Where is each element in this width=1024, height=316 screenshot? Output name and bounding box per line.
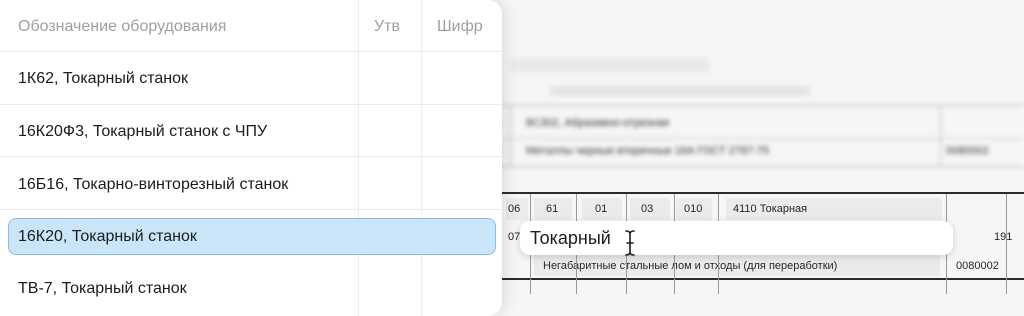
form-cell[interactable]: 07 bbox=[508, 231, 520, 243]
operation-cell[interactable]: 4110 Токарная bbox=[733, 203, 807, 215]
search-input-value: Токарный bbox=[530, 227, 611, 248]
header-code: Шифр bbox=[437, 18, 483, 35]
form-cell[interactable]: 010 bbox=[684, 203, 702, 215]
row-separator bbox=[0, 51, 502, 52]
equipment-search-input[interactable]: Токарный bbox=[520, 221, 953, 255]
equipment-name: ТВ-7, Токарный станок bbox=[18, 280, 187, 297]
material-code-cell[interactable]: 0080002 bbox=[956, 260, 999, 272]
form-cell[interactable]: 03 bbox=[641, 203, 653, 215]
header-equipment-name: Обозначение оборудования bbox=[18, 18, 227, 35]
table-row[interactable]: ТВ-7, Токарный станок bbox=[0, 263, 502, 315]
doc-row-code: 0080002 bbox=[946, 145, 989, 157]
equipment-name: 1К62, Токарный станок bbox=[18, 70, 188, 87]
doc-column-line bbox=[940, 106, 941, 166]
doc-line bbox=[480, 138, 1024, 139]
form-cell[interactable]: 61 bbox=[546, 203, 558, 215]
blurred-band bbox=[550, 86, 810, 96]
material-cell[interactable]: Негабаритные стальные лом и отходы (для … bbox=[543, 260, 837, 272]
doc-column-line bbox=[510, 106, 511, 166]
table-row[interactable]: 1К62, Токарный станок bbox=[0, 53, 502, 105]
doc-row: 08 8С302, Абразивно-отрезная bbox=[480, 113, 1024, 133]
header-utv: Утв bbox=[374, 18, 400, 35]
doc-line bbox=[480, 105, 1024, 106]
text-cursor-icon bbox=[625, 230, 635, 256]
form-column-line bbox=[1006, 194, 1007, 294]
equipment-dropdown: Обозначение оборудования Утв Шифр 1К62, … bbox=[0, 0, 502, 316]
row-separator bbox=[0, 156, 502, 157]
equipment-name: 16К20, Токарный станок bbox=[18, 228, 197, 245]
table-row[interactable]: 16К20Ф3, Токарный станок с ЧПУ bbox=[0, 105, 502, 157]
table-row[interactable]: 16Б16, Токарно-винторезный станок bbox=[0, 158, 502, 210]
form-cell[interactable]: 191 bbox=[994, 231, 1012, 243]
blurred-band bbox=[510, 58, 710, 72]
doc-row-text: 8С302, Абразивно-отрезная bbox=[526, 117, 670, 129]
doc-line bbox=[480, 166, 1024, 167]
equipment-name: 16Б16, Токарно-винторезный станок bbox=[18, 176, 289, 193]
equipment-name: 16К20Ф3, Токарный станок с ЧПУ bbox=[18, 123, 268, 140]
form-cell[interactable]: 06 bbox=[508, 203, 520, 215]
form-cell[interactable]: 01 bbox=[595, 203, 607, 215]
doc-row-text: Металлы черные вторичные 16А ГОСТ 2787-7… bbox=[526, 145, 770, 157]
table-row-selected[interactable]: 16К20, Токарный станок bbox=[0, 211, 502, 263]
row-separator bbox=[0, 209, 502, 210]
table-header: Обозначение оборудования Утв Шифр bbox=[0, 0, 502, 52]
doc-row: 09 Металлы черные вторичные 16А ГОСТ 278… bbox=[480, 141, 1024, 161]
